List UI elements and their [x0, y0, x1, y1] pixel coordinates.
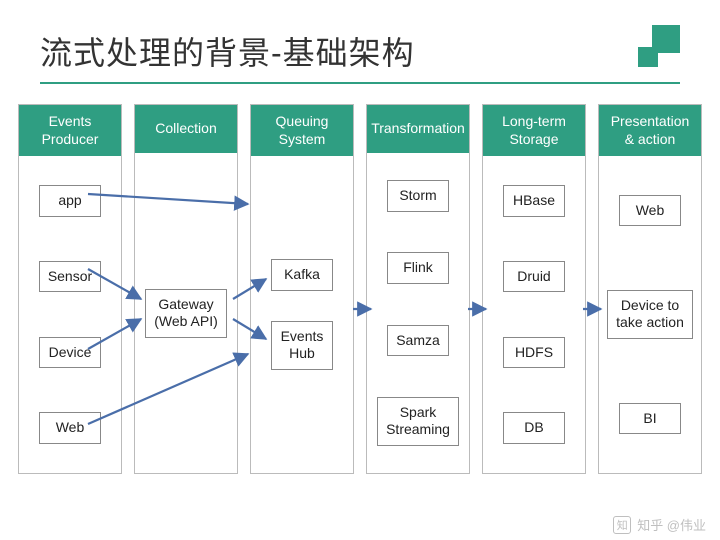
node-app: app [39, 185, 101, 217]
node-hbase: HBase [503, 185, 565, 217]
node-device-action: Device to take action [607, 290, 693, 339]
node-spark-streaming: Spark Streaming [377, 397, 459, 446]
column-long-term-storage: Long-term Storage HBase Druid HDFS DB [482, 104, 586, 474]
page-title: 流式处理的背景-基础架构 [40, 28, 415, 74]
title-underline [40, 82, 680, 84]
column-body: Storm Flink Samza Spark Streaming [367, 153, 469, 473]
node-druid: Druid [503, 261, 565, 293]
node-bi: BI [619, 403, 681, 435]
node-hdfs: HDFS [503, 337, 565, 369]
column-header: Events Producer [19, 105, 121, 156]
node-storm: Storm [387, 180, 449, 212]
node-web: Web [39, 412, 101, 444]
node-db: DB [503, 412, 565, 444]
column-presentation-action: Presentation & action Web Device to take… [598, 104, 702, 474]
architecture-diagram: Events Producer app Sensor Device Web Co… [18, 104, 702, 474]
node-flink: Flink [387, 252, 449, 284]
column-body: Web Device to take action BI [599, 156, 701, 473]
column-collection: Collection Gateway (Web API) [134, 104, 238, 474]
node-device: Device [39, 337, 101, 369]
column-body: Kafka Events Hub [251, 156, 353, 473]
column-header: Long-term Storage [483, 105, 585, 156]
column-header: Queuing System [251, 105, 353, 156]
column-header: Collection [135, 105, 237, 153]
column-body: HBase Druid HDFS DB [483, 156, 585, 473]
column-header: Transformation [367, 105, 469, 153]
node-events-hub: Events Hub [271, 321, 333, 370]
column-body: Gateway (Web API) [135, 153, 237, 473]
node-samza: Samza [387, 325, 449, 357]
zhihu-logo-icon: 知 [613, 516, 631, 534]
node-gateway: Gateway (Web API) [145, 289, 227, 338]
column-header: Presentation & action [599, 105, 701, 156]
node-sensor: Sensor [39, 261, 101, 293]
column-events-producer: Events Producer app Sensor Device Web [18, 104, 122, 474]
column-transformation: Transformation Storm Flink Samza Spark S… [366, 104, 470, 474]
corner-decoration-icon [630, 31, 680, 71]
node-kafka: Kafka [271, 259, 333, 291]
column-queuing-system: Queuing System Kafka Events Hub [250, 104, 354, 474]
watermark: 知 知乎 @伟业 [613, 515, 706, 534]
watermark-text: 知乎 @伟业 [637, 515, 706, 534]
column-body: app Sensor Device Web [19, 156, 121, 473]
title-bar: 流式处理的背景-基础架构 [0, 0, 720, 82]
node-presentation-web: Web [619, 195, 681, 227]
